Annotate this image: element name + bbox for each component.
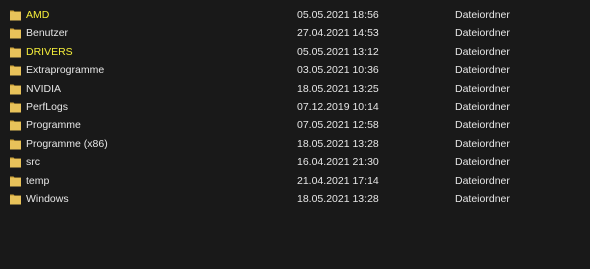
date-modified: 18.05.2021 13:28	[297, 137, 379, 150]
file-type: Dateiordner	[455, 9, 510, 21]
file-type: Dateiordner	[455, 27, 510, 40]
file-type: Dateiordner	[455, 119, 510, 132]
file-name: NVIDIA	[26, 82, 62, 95]
file-name: Programme (x86)	[26, 137, 108, 150]
file-type: Dateiordner	[455, 137, 510, 150]
file-name: DRIVERS	[26, 45, 73, 58]
list-item-nvidia[interactable]: NVIDIA 18.05.2021 13:25 Dateiordner	[0, 80, 590, 98]
file-name: AMD	[26, 9, 50, 21]
folder-icon	[10, 47, 21, 58]
file-name: Windows	[26, 192, 69, 205]
file-type: Dateiordner	[455, 64, 510, 77]
date-modified: 07.05.2021 12:58	[297, 119, 379, 132]
folder-icon	[10, 120, 21, 131]
file-type: Dateiordner	[455, 100, 510, 113]
date-modified: 07.12.2019 10:14	[297, 100, 379, 113]
file-type: Dateiordner	[455, 156, 510, 169]
folder-icon	[10, 84, 21, 95]
file-type: Dateiordner	[455, 174, 510, 187]
folder-icon	[10, 194, 21, 205]
folder-icon	[10, 102, 21, 113]
file-name: PerfLogs	[26, 100, 69, 113]
date-modified: 27.04.2021 14:53	[297, 27, 379, 40]
folder-icon	[10, 10, 21, 21]
file-name: Benutzer	[26, 27, 69, 40]
list-item-perflogs[interactable]: PerfLogs 07.12.2019 10:14 Dateiordner	[0, 98, 590, 116]
list-item-src[interactable]: src 16.04.2021 21:30 Dateiordner	[0, 153, 590, 171]
list-item-programme[interactable]: Programme 07.05.2021 12:58 Dateiordner	[0, 116, 590, 134]
date-modified: 05.05.2021 18:56	[297, 9, 379, 21]
date-modified: 18.05.2021 13:25	[297, 82, 379, 95]
date-modified: 18.05.2021 13:28	[297, 192, 379, 205]
file-name: Programme	[26, 119, 81, 132]
list-item-extraprogramme[interactable]: Extraprogramme 03.05.2021 10:36 Dateiord…	[0, 61, 590, 79]
folder-icon	[10, 28, 21, 39]
list-item-benutzer[interactable]: Benutzer 27.04.2021 14:53 Dateiordner	[0, 24, 590, 42]
file-name: src	[26, 156, 40, 169]
list-item-amd[interactable]: AMD 05.05.2021 18:56 Dateiordner	[0, 6, 590, 24]
list-item-temp[interactable]: temp 21.04.2021 17:14 Dateiordner	[0, 172, 590, 190]
folder-icon	[10, 176, 21, 187]
date-modified: 05.05.2021 13:12	[297, 45, 379, 58]
date-modified: 03.05.2021 10:36	[297, 64, 379, 77]
date-modified: 16.04.2021 21:30	[297, 156, 379, 169]
folder-icon	[10, 157, 21, 168]
file-name: temp	[26, 174, 50, 187]
folder-icon	[10, 139, 21, 150]
file-list: AMD 05.05.2021 18:56 Dateiordner Benutze…	[0, 0, 590, 269]
file-type: Dateiordner	[455, 192, 510, 205]
list-item-windows[interactable]: Windows 18.05.2021 13:28 Dateiordner	[0, 190, 590, 208]
list-item-programme-x86[interactable]: Programme (x86) 18.05.2021 13:28 Dateior…	[0, 135, 590, 153]
folder-icon	[10, 65, 21, 76]
file-type: Dateiordner	[455, 82, 510, 95]
file-name: Extraprogramme	[26, 64, 105, 77]
file-type: Dateiordner	[455, 45, 510, 58]
list-item-drivers[interactable]: DRIVERS 05.05.2021 13:12 Dateiordner	[0, 43, 590, 61]
date-modified: 21.04.2021 17:14	[297, 174, 379, 187]
